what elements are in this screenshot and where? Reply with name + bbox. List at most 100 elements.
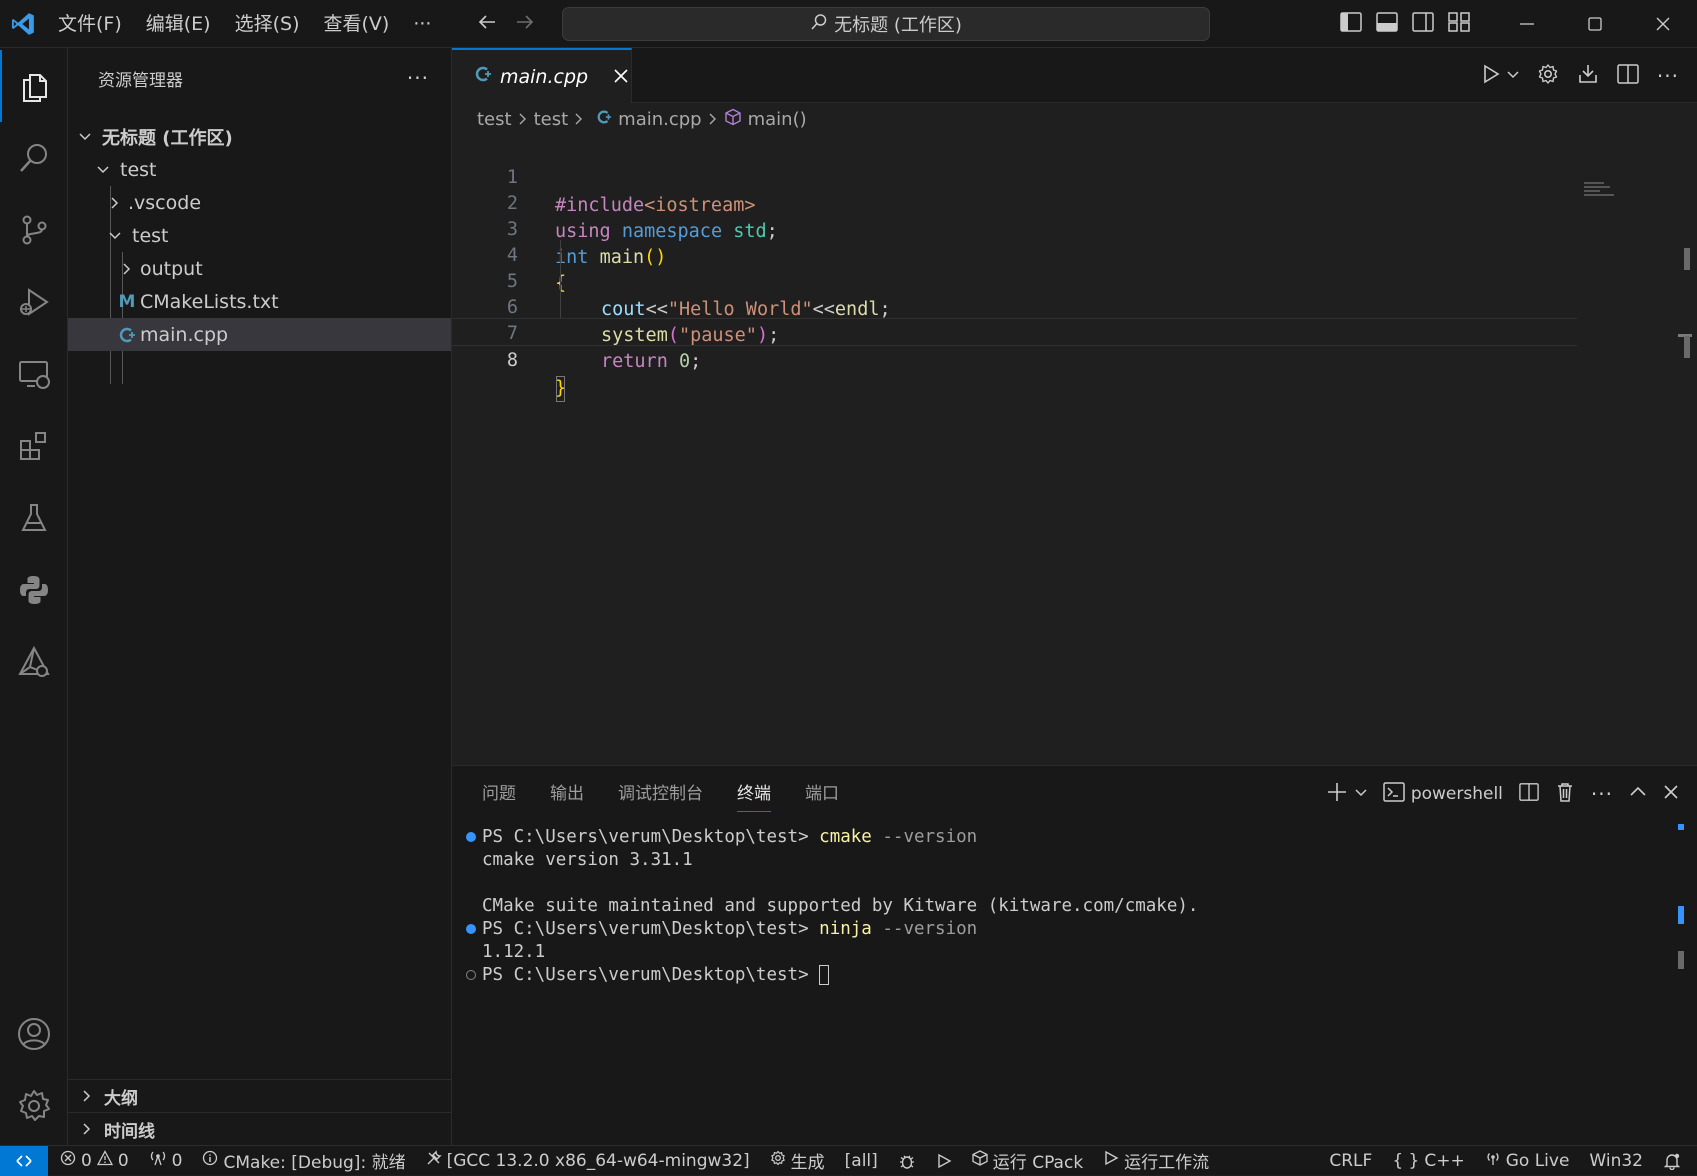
- build-download-icon[interactable]: [1577, 63, 1599, 89]
- scrollbar-thumb[interactable]: [1684, 248, 1690, 270]
- run-cpack-button[interactable]: 运行 CPack: [962, 1146, 1093, 1176]
- kill-terminal-trash-icon[interactable]: [1555, 782, 1575, 807]
- new-terminal-plus-icon[interactable]: [1327, 782, 1347, 807]
- tab-ports[interactable]: 端口: [805, 766, 839, 822]
- python-icon[interactable]: [0, 554, 68, 626]
- tree-item-main-cpp[interactable]: main.cpp: [68, 318, 451, 351]
- warning-icon: [96, 1150, 113, 1171]
- error-count: 0: [81, 1150, 92, 1171]
- tree-item-test-root[interactable]: test: [68, 153, 451, 186]
- cmake-build-button[interactable]: 生成: [760, 1146, 835, 1176]
- terminal-line: PS C:\Users\verum\Desktop\test>: [482, 964, 830, 987]
- breadcrumb-item[interactable]: test: [534, 109, 569, 130]
- tab-output[interactable]: 输出: [550, 766, 584, 822]
- toggle-primary-sidebar-icon[interactable]: [1340, 12, 1362, 36]
- editor-area: main.cpp ··· test test main.cpp main() 1…: [452, 48, 1697, 765]
- maximize-panel-chevron-up-icon[interactable]: [1629, 783, 1647, 806]
- menu-selection[interactable]: 选择(S): [223, 0, 312, 48]
- close-tab-icon[interactable]: [614, 66, 628, 88]
- accounts-icon[interactable]: [0, 998, 68, 1070]
- manage-gear-icon[interactable]: [0, 1070, 68, 1142]
- run-workflow-button[interactable]: 运行工作流: [1093, 1146, 1219, 1176]
- code-token: 0: [678, 351, 691, 372]
- tab-debug-console[interactable]: 调试控制台: [618, 766, 703, 822]
- problems-status[interactable]: 0 0: [48, 1146, 139, 1176]
- outline-section[interactable]: 大纲: [68, 1079, 451, 1112]
- error-icon: [60, 1150, 76, 1171]
- breadcrumb-item[interactable]: test: [477, 109, 512, 130]
- cpp-file-icon: [474, 65, 492, 88]
- run-code-icon[interactable]: [1481, 64, 1501, 88]
- scrollbar-thumb[interactable]: [1678, 951, 1684, 969]
- command-success-dot-icon[interactable]: [466, 832, 476, 842]
- terminal-dropdown-chevron-icon[interactable]: [1355, 784, 1367, 804]
- language-mode-status[interactable]: { } C++: [1382, 1146, 1474, 1176]
- remote-indicator-icon[interactable]: [0, 1145, 48, 1176]
- extensions-icon[interactable]: [0, 410, 68, 482]
- tree-item-vscode[interactable]: .vscode: [68, 186, 451, 219]
- code-line: 2 using namespace std;: [452, 162, 1652, 242]
- cmake-target-button[interactable]: [all]: [835, 1146, 888, 1176]
- end-of-line-status[interactable]: CRLF: [1319, 1146, 1382, 1176]
- language-label: C++: [1424, 1150, 1465, 1171]
- search-view-icon[interactable]: [0, 122, 68, 194]
- cmake-icon[interactable]: [0, 626, 68, 698]
- terminal-line: PS C:\Users\verum\Desktop\test> cmake --…: [482, 826, 977, 849]
- minimap[interactable]: [1584, 182, 1620, 198]
- minimize-button[interactable]: [1493, 0, 1561, 48]
- terminal-shell-name[interactable]: powershell: [1411, 784, 1503, 804]
- tab-problems[interactable]: 问题: [482, 766, 516, 822]
- scrollbar-thumb[interactable]: [1684, 336, 1690, 358]
- panel-more-button[interactable]: ···: [1591, 782, 1613, 806]
- search-text: 无标题 (工作区): [834, 15, 962, 36]
- source-control-icon[interactable]: [0, 194, 68, 266]
- current-line-highlight: 8 }: [452, 318, 1577, 402]
- remote-explorer-icon[interactable]: [0, 338, 68, 410]
- tree-item-output[interactable]: output: [68, 252, 451, 285]
- terminal-argument: --version: [871, 919, 978, 939]
- customize-layout-icon[interactable]: [1448, 12, 1470, 36]
- cmake-run-play-icon[interactable]: [926, 1146, 962, 1176]
- toggle-panel-icon[interactable]: [1376, 12, 1398, 36]
- tab-terminal[interactable]: 终端: [737, 766, 771, 822]
- explorer-more-button[interactable]: ···: [407, 66, 429, 90]
- cmake-status[interactable]: CMake: [Debug]: 就绪: [192, 1146, 415, 1176]
- split-editor-icon[interactable]: [1617, 63, 1639, 88]
- tree-item-test-folder[interactable]: test: [68, 219, 451, 252]
- ports-status[interactable]: 0: [139, 1146, 193, 1176]
- maximize-button[interactable]: [1561, 0, 1629, 48]
- chevron-right-icon: [708, 109, 718, 130]
- menu-more[interactable]: ···: [401, 0, 443, 48]
- command-center-search[interactable]: 无标题 (工作区): [562, 7, 1210, 41]
- workspace-root[interactable]: 无标题 (工作区): [68, 120, 451, 153]
- back-arrow-icon[interactable]: [476, 11, 498, 37]
- run-dropdown-chevron-icon[interactable]: [1507, 66, 1519, 85]
- breadcrumb-item[interactable]: main.cpp: [618, 109, 701, 130]
- go-live-button[interactable]: Go Live: [1475, 1146, 1580, 1176]
- chevron-right-icon: [574, 109, 584, 130]
- debug-settings-gear-icon[interactable]: [1537, 63, 1559, 89]
- run-and-debug-icon[interactable]: [0, 266, 68, 338]
- testing-flask-icon[interactable]: [0, 482, 68, 554]
- menu-file[interactable]: 文件(F): [46, 0, 134, 48]
- split-terminal-icon[interactable]: [1519, 782, 1539, 807]
- close-window-button[interactable]: [1629, 0, 1697, 48]
- bottom-panel: 问题 输出 调试控制台 终端 端口 powershell ··· PS C:\U…: [452, 765, 1697, 1145]
- tab-main-cpp[interactable]: main.cpp: [452, 48, 632, 103]
- cmake-kit-status[interactable]: [GCC 13.2.0 x86_64-w64-mingw32]: [416, 1146, 760, 1176]
- breadcrumb-item[interactable]: main(): [748, 109, 807, 130]
- notifications-bell-icon[interactable]: [1653, 1146, 1697, 1176]
- menu-edit[interactable]: 编辑(E): [134, 0, 223, 48]
- close-panel-icon[interactable]: [1663, 784, 1679, 805]
- explorer-icon[interactable]: [0, 50, 68, 122]
- command-success-dot-icon[interactable]: [466, 924, 476, 934]
- tree-item-cmakelists[interactable]: M CMakeLists.txt: [68, 285, 451, 318]
- toggle-secondary-sidebar-icon[interactable]: [1412, 12, 1434, 36]
- forward-arrow-icon[interactable]: [514, 11, 536, 37]
- cmake-debug-bug-icon[interactable]: [888, 1146, 926, 1176]
- timeline-section[interactable]: 时间线: [68, 1112, 451, 1145]
- platform-status[interactable]: Win32: [1579, 1146, 1653, 1176]
- editor-more-icon[interactable]: ···: [1657, 64, 1679, 88]
- menu-view[interactable]: 查看(V): [312, 0, 402, 48]
- code-editor[interactable]: 1 #include<iostream> 2 using namespace s…: [452, 136, 1697, 402]
